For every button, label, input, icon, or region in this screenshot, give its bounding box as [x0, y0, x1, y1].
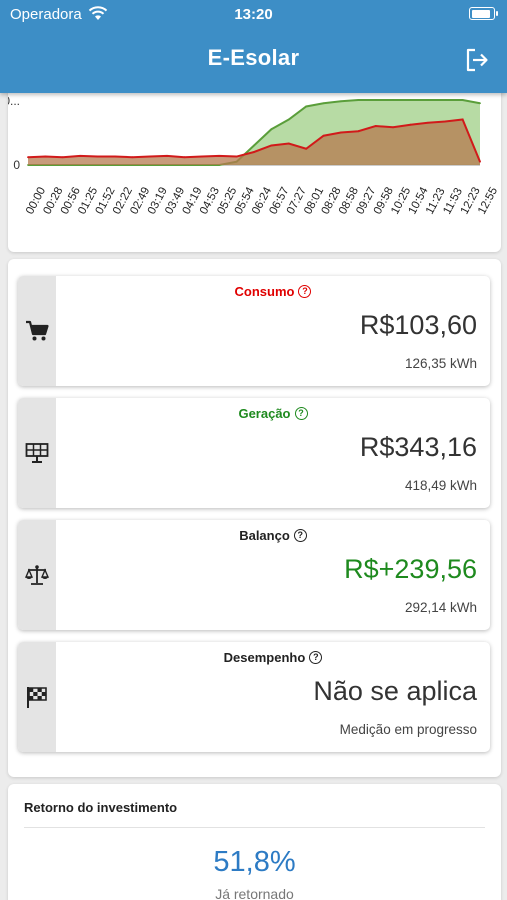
logout-icon[interactable]	[464, 47, 490, 73]
data-point	[409, 99, 412, 101]
data-point	[287, 142, 290, 145]
top-navigation-bar: Operadora 13:20 E-Esolar	[0, 0, 507, 93]
data-point	[340, 131, 342, 134]
performance-card[interactable]: Desempenho ? Não se aplica Medição em pr…	[18, 642, 490, 752]
performance-icon-side	[18, 642, 56, 752]
data-point	[374, 99, 377, 101]
data-point	[409, 123, 412, 126]
balance-title: Balanço ?	[56, 528, 490, 543]
investment-return-card: Retorno do investimento 51,8% Já retorna…	[8, 784, 501, 900]
consumption-value: R$103,60	[359, 310, 477, 340]
performance-title: Desempenho ?	[56, 650, 490, 665]
data-point	[270, 144, 273, 147]
data-point	[287, 118, 290, 121]
consumption-card[interactable]: Consumo ? R$103,60 126,35 kWh	[18, 276, 490, 386]
data-point	[305, 105, 308, 108]
help-icon[interactable]: ?	[294, 407, 308, 420]
generation-icon-side	[18, 398, 56, 508]
data-point	[479, 102, 481, 105]
balance-icon-side	[18, 520, 56, 630]
help-icon[interactable]: ?	[298, 285, 312, 298]
battery-icon	[469, 7, 498, 20]
data-point	[426, 99, 429, 101]
cart-icon	[26, 320, 49, 341]
solar-panel-icon	[25, 443, 49, 463]
data-point	[444, 99, 447, 101]
data-point	[270, 128, 273, 131]
data-point	[114, 155, 116, 158]
y-tick-label: 0	[13, 158, 20, 172]
balance-value: R$+239,56	[344, 554, 477, 584]
data-point	[392, 126, 394, 129]
series-area-1	[28, 119, 480, 165]
help-icon[interactable]: ?	[293, 529, 307, 542]
data-point	[253, 144, 255, 147]
status-time: 13:20	[234, 6, 273, 23]
data-point	[61, 156, 64, 159]
app-title: E-Esolar	[207, 45, 300, 70]
data-point	[96, 155, 99, 158]
data-point	[357, 99, 360, 101]
data-point	[27, 156, 29, 159]
generation-kwh: 418,49 kWh	[404, 478, 477, 493]
data-point	[374, 125, 377, 127]
data-point	[479, 160, 481, 163]
battery-level	[471, 9, 490, 18]
status-bar: Operadora 13:20	[0, 0, 507, 30]
divider	[24, 827, 485, 828]
data-point	[305, 147, 308, 150]
data-point	[322, 134, 325, 137]
data-point	[131, 156, 134, 159]
performance-status: Medição em progresso	[339, 722, 477, 737]
data-point	[44, 155, 47, 158]
data-point	[461, 118, 464, 121]
data-point	[183, 156, 186, 159]
data-point	[235, 155, 238, 158]
data-point	[218, 155, 221, 157]
data-point	[461, 99, 464, 101]
consumption-icon-side	[18, 276, 56, 386]
data-point	[322, 102, 325, 105]
data-point	[444, 120, 447, 123]
summary-section: Consumo ? R$103,60 126,35 kWh Geração ? …	[8, 259, 501, 777]
scale-icon	[24, 565, 50, 585]
consumption-title: Consumo ?	[56, 284, 490, 299]
generation-title: Geração ?	[56, 406, 490, 421]
balance-title-text: Balanço	[239, 528, 290, 543]
data-point	[340, 100, 342, 103]
balance-card[interactable]: Balanço ? R$+239,56 292,14 kWh	[18, 520, 490, 630]
roi-percentage: 51,8%	[213, 846, 296, 878]
data-point	[392, 99, 394, 101]
consumption-kwh: 126,35 kWh	[404, 356, 477, 371]
data-point	[426, 121, 429, 124]
balance-kwh: 292,14 kWh	[404, 600, 477, 615]
roi-title: Retorno do investimento	[24, 800, 178, 815]
data-point	[357, 130, 360, 133]
checkered-flag-icon	[27, 687, 47, 708]
data-point	[148, 155, 151, 158]
y-tick-label: 0...	[8, 94, 20, 108]
performance-title-text: Desempenho	[223, 650, 306, 665]
roi-caption: Já retornado	[215, 886, 294, 900]
data-point	[166, 155, 168, 157]
generation-title-text: Geração	[238, 406, 291, 421]
generation-card[interactable]: Geração ? R$343,16 418,49 kWh	[18, 398, 490, 508]
data-point	[79, 155, 82, 157]
consumption-title-text: Consumo	[234, 284, 295, 299]
data-point	[200, 155, 203, 158]
generation-value: R$343,16	[359, 432, 477, 462]
help-icon[interactable]: ?	[309, 651, 323, 664]
data-point	[253, 151, 255, 153]
performance-value: Não se aplica	[313, 676, 477, 706]
